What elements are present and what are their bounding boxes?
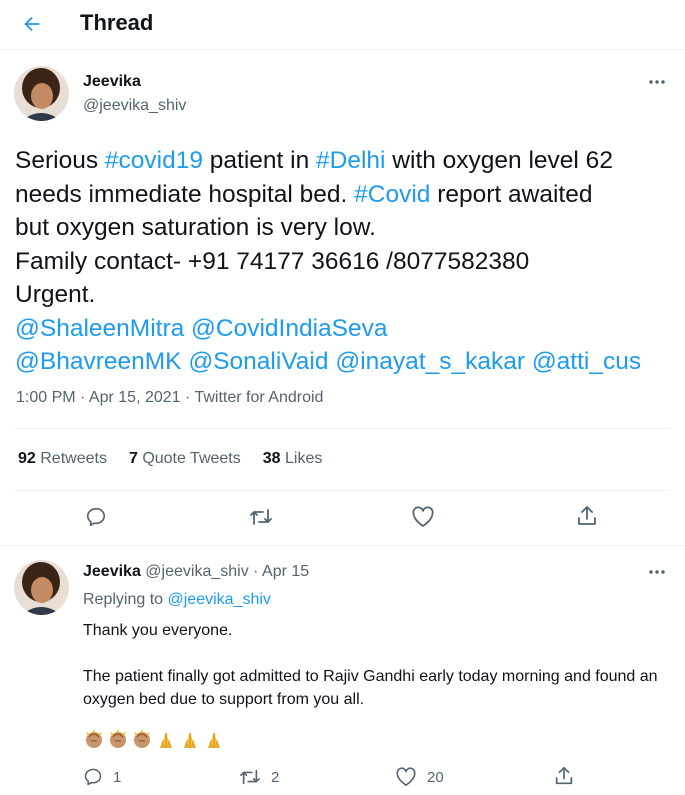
more-dots-icon [649,80,665,84]
like-count: 20 [427,768,444,786]
author-name[interactable]: Jeevika [83,73,141,91]
retweet-count: 2 [271,768,280,786]
folded-hands-icon [179,728,201,750]
reply-paragraph: The patient finally got admitted to Raji… [83,668,658,708]
reply-button[interactable] [85,506,107,528]
tweet-text-segment: with oxygen level 62 [385,147,613,174]
reply-share-button[interactable] [553,765,575,787]
hashtag-link[interactable]: #covid19 [105,147,203,174]
tweet-text-segment: but oxygen saturation is very low. [15,214,376,241]
tweet-text-line: @BhavreenMK @SonaliVaid @inayat_s_kakar … [15,345,675,379]
tweet-text: Serious #covid19 patient in #Delhi with … [15,144,675,379]
retweets-label: Retweets [40,450,107,467]
clapping-hands-medium-skin-icon [131,728,153,750]
emoji-row [83,728,225,750]
likes-label: Likes [285,450,323,467]
author-handle[interactable]: @jeevika_shiv [83,97,186,115]
hashtag-link[interactable]: #Covid [354,181,430,208]
back-button[interactable] [14,6,50,42]
tweet-text-segment: Urgent. [15,281,96,308]
engagement-stats: 92 Retweets 7 Quote Tweets 38 Likes [18,450,322,468]
tweet-text-segment: Serious [15,147,105,174]
reply-icon [84,768,102,786]
page-title: Thread [80,10,154,35]
reply-paragraph: Thank you everyone. [83,622,233,639]
reply-retweet-button[interactable]: 2 [239,767,279,787]
mention-link[interactable]: @inayat_s_kakar [335,348,525,375]
tweet-text-line: Urgent. [15,278,675,312]
clapping-hands-medium-skin-icon [107,728,129,750]
likes-stat[interactable]: 38 Likes [263,450,323,468]
tweet-text-segment: patient in [202,147,317,174]
tweet-text-segment: report awaited [430,180,593,208]
tweet-text-segment [525,348,532,375]
divider [15,428,670,429]
heart-icon [412,506,434,527]
tweet-text-segment: needs immediate hospital bed. [15,180,355,208]
hashtag-link[interactable]: #Delhi [316,147,385,174]
retweets-count: 92 [18,450,36,467]
reply-text: Thank you everyone. The patient finally … [83,619,663,734]
likes-count: 38 [262,450,281,467]
reply-count: 1 [113,768,122,786]
divider [0,545,685,546]
mention-link[interactable]: @SonaliVaid [188,348,328,375]
reply-like-button[interactable]: 20 [395,767,444,787]
mention-link[interactable]: @CovidIndiaSeva [191,315,387,342]
reply-header: Jeevika @jeevika_shiv · Apr 15 [83,563,309,581]
share-icon [555,766,573,785]
retweets-stat[interactable]: 92 Retweets [18,450,107,468]
reply-avatar[interactable] [14,560,69,615]
quotes-label: Quote Tweets [142,450,241,467]
retweet-button[interactable] [249,506,273,528]
quotes-count: 7 [128,450,138,467]
replying-to-prefix: Replying to [83,591,168,608]
tweet-text-line: needs immediate hospital bed. #Covid rep… [15,178,675,212]
more-dots-icon [649,570,665,574]
retweet-icon [240,769,260,785]
divider [15,490,670,491]
mention-link[interactable]: @BhavreenMK [15,348,182,375]
clapping-hands-medium-skin-icon [83,728,105,750]
tweet-text-line: @ShaleenMitra @CovidIndiaSeva [15,312,675,346]
back-arrow-icon [24,16,40,32]
folded-hands-icon [203,728,225,750]
folded-hands-icon [155,728,177,750]
reply-handle-date[interactable]: @jeevika_shiv · Apr 15 [145,563,309,580]
tweet-text-line: Family contact- +91 74177 36616 /8077582… [15,245,675,279]
reply-more-options-button[interactable] [643,562,671,582]
like-button[interactable] [411,506,435,528]
thread-header: Thread [0,0,685,50]
avatar[interactable] [14,66,69,121]
share-button[interactable] [575,504,599,528]
tweet-text-line: but oxygen saturation is very low. [15,211,675,245]
replying-to-handle[interactable]: @jeevika_shiv [168,591,271,608]
retweet-icon [250,509,272,525]
tweet-timestamp[interactable]: 1:00 PM · Apr 15, 2021 · Twitter for And… [16,389,323,407]
heart-icon [396,767,416,786]
reply-author-name[interactable]: Jeevika [83,563,141,580]
quote-tweets-stat[interactable]: 7 Quote Tweets [129,450,241,468]
tweet-text-segment: Family contact- +91 74177 36616 /8077582… [15,247,530,275]
reply-reply-button[interactable]: 1 [83,767,121,787]
tweet-text-line: Serious #covid19 patient in #Delhi with … [15,144,675,178]
reply-icon [86,507,106,527]
mention-link[interactable]: @ShaleenMitra [15,315,184,342]
more-options-button[interactable] [643,72,671,92]
replying-to-line: Replying to @jeevika_shiv [83,591,271,609]
share-icon [578,506,596,525]
mention-link[interactable]: @atti_cus [532,348,641,375]
